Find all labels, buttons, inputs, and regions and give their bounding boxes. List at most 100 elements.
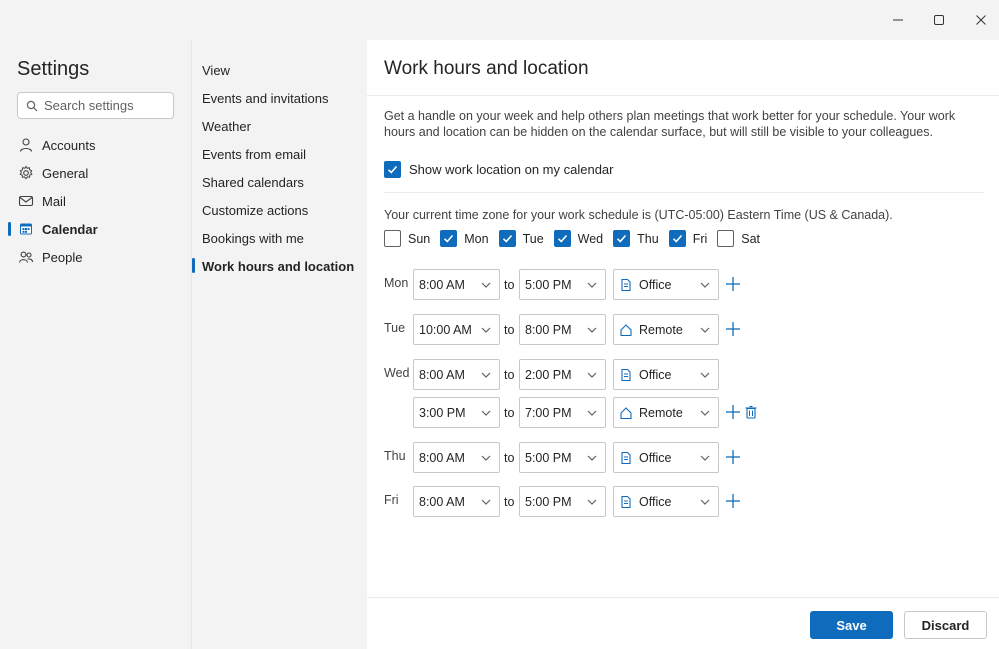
chevron-down-icon <box>586 369 598 381</box>
row-day-label: Tue <box>384 321 405 335</box>
start-time-value: 3:00 PM <box>419 406 466 420</box>
day-thu[interactable]: Thu <box>613 230 659 247</box>
end-time-dropdown[interactable]: 2:00 PM <box>519 359 606 390</box>
location-value: Office <box>639 368 671 382</box>
location-value: Office <box>639 451 671 465</box>
day-sun[interactable]: Sun <box>384 230 430 247</box>
add-time-button[interactable] <box>725 321 741 337</box>
subnav-item-shared-calendars[interactable]: Shared calendars <box>202 172 304 192</box>
day-wed[interactable]: Wed <box>554 230 603 247</box>
calendar-subnav: View Events and invitations Weather Even… <box>192 40 367 649</box>
delete-time-button[interactable] <box>743 404 759 420</box>
plus-icon <box>725 404 741 420</box>
sidebar-item-accounts[interactable]: Accounts <box>8 132 184 158</box>
day-tue-checkbox[interactable] <box>499 230 516 247</box>
sidebar-item-label: People <box>42 250 82 265</box>
search-input[interactable] <box>44 98 164 113</box>
end-time-value: 8:00 PM <box>525 323 572 337</box>
subnav-item-weather[interactable]: Weather <box>202 116 251 136</box>
subnav-item-view[interactable]: View <box>202 60 230 80</box>
day-mon-checkbox[interactable] <box>440 230 457 247</box>
subnav-item-events-and-invitations[interactable]: Events and invitations <box>202 88 328 108</box>
end-time-dropdown[interactable]: 8:00 PM <box>519 314 606 345</box>
location-dropdown[interactable]: Office <box>613 442 719 473</box>
day-label: Thu <box>637 232 659 246</box>
show-location-label: Show work location on my calendar <box>409 162 614 177</box>
save-button[interactable]: Save <box>810 611 893 639</box>
sidebar-item-label: Accounts <box>42 138 95 153</box>
sidebar-item-people[interactable]: People <box>8 244 184 270</box>
location-value: Remote <box>639 323 683 337</box>
chevron-down-icon <box>480 369 492 381</box>
to-label: to <box>504 495 514 509</box>
start-time-dropdown[interactable]: 8:00 AM <box>413 269 500 300</box>
day-sat[interactable]: Sat <box>717 230 760 247</box>
day-sat-checkbox[interactable] <box>717 230 734 247</box>
sidebar-item-label: Calendar <box>42 222 98 237</box>
day-sun-checkbox[interactable] <box>384 230 401 247</box>
day-wed-checkbox[interactable] <box>554 230 571 247</box>
day-thu-checkbox[interactable] <box>613 230 630 247</box>
end-time-dropdown[interactable]: 5:00 PM <box>519 269 606 300</box>
start-time-dropdown[interactable]: 8:00 AM <box>413 359 500 390</box>
minimize-button[interactable] <box>880 6 916 34</box>
start-time-dropdown[interactable]: 8:00 AM <box>413 442 500 473</box>
subnav-item-customize-actions[interactable]: Customize actions <box>202 200 308 220</box>
end-time-value: 5:00 PM <box>525 495 572 509</box>
location-dropdown[interactable]: Office <box>613 269 719 300</box>
show-location-option[interactable]: Show work location on my calendar <box>384 161 614 178</box>
day-fri[interactable]: Fri <box>669 230 708 247</box>
start-time-value: 8:00 AM <box>419 278 465 292</box>
discard-button[interactable]: Discard <box>904 611 987 639</box>
day-tue[interactable]: Tue <box>499 230 544 247</box>
row-day-label: Thu <box>384 449 406 463</box>
sidebar-item-general[interactable]: General <box>8 160 184 186</box>
home-icon <box>619 406 633 420</box>
calendar-icon <box>18 221 34 237</box>
chevron-down-icon <box>586 496 598 508</box>
add-time-button[interactable] <box>725 449 741 465</box>
show-location-checkbox[interactable] <box>384 161 401 178</box>
search-box[interactable] <box>17 92 174 119</box>
add-time-button[interactable] <box>725 276 741 292</box>
end-time-value: 5:00 PM <box>525 451 572 465</box>
sidebar-item-label: Mail <box>42 194 66 209</box>
end-time-dropdown[interactable]: 7:00 PM <box>519 397 606 428</box>
subnav-item-bookings-with-me[interactable]: Bookings with me <box>202 228 304 248</box>
maximize-button[interactable] <box>921 6 957 34</box>
people-icon <box>18 249 34 265</box>
maximize-icon <box>933 14 945 26</box>
start-time-dropdown[interactable]: 10:00 AM <box>413 314 500 345</box>
location-dropdown[interactable]: Office <box>613 486 719 517</box>
close-button[interactable] <box>963 6 999 34</box>
building-icon <box>619 278 633 292</box>
chevron-down-icon <box>699 369 711 381</box>
subnav-item-events-from-email[interactable]: Events from email <box>202 144 306 164</box>
mail-icon <box>18 193 34 209</box>
sidebar-item-calendar[interactable]: Calendar <box>8 216 184 242</box>
settings-sidebar: Settings Accounts General Mail Calendar … <box>0 40 192 649</box>
location-dropdown[interactable]: Remote <box>613 314 719 345</box>
minimize-icon <box>892 14 904 26</box>
start-time-dropdown[interactable]: 3:00 PM <box>413 397 500 428</box>
start-time-value: 10:00 AM <box>419 323 472 337</box>
sidebar-item-mail[interactable]: Mail <box>8 188 184 214</box>
day-mon[interactable]: Mon <box>440 230 488 247</box>
chevron-down-icon <box>586 452 598 464</box>
end-time-dropdown[interactable]: 5:00 PM <box>519 486 606 517</box>
checkmark-icon <box>557 233 568 244</box>
subnav-item-work-hours-and-location[interactable]: Work hours and location <box>202 256 354 276</box>
location-value: Remote <box>639 406 683 420</box>
add-time-button[interactable] <box>725 493 741 509</box>
start-time-value: 8:00 AM <box>419 495 465 509</box>
title-divider <box>367 95 999 96</box>
location-dropdown[interactable]: Office <box>613 359 719 390</box>
day-fri-checkbox[interactable] <box>669 230 686 247</box>
chevron-down-icon <box>480 452 492 464</box>
location-dropdown[interactable]: Remote <box>613 397 719 428</box>
checkmark-icon <box>443 233 454 244</box>
end-time-dropdown[interactable]: 5:00 PM <box>519 442 606 473</box>
to-label: to <box>504 368 514 382</box>
add-time-button[interactable] <box>725 404 741 420</box>
start-time-dropdown[interactable]: 8:00 AM <box>413 486 500 517</box>
